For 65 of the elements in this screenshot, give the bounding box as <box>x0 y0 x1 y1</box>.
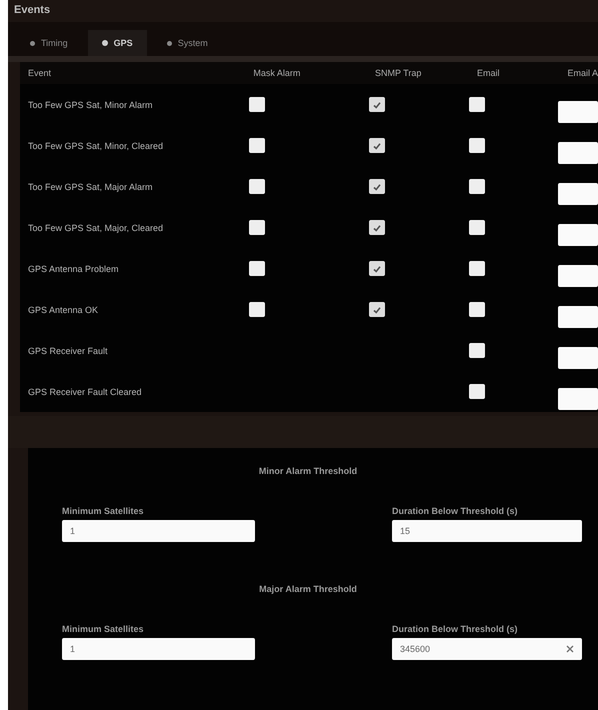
checkbox[interactable] <box>469 138 486 153</box>
checkmark-icon <box>372 140 382 150</box>
checkmark-icon <box>372 264 382 274</box>
checkbox[interactable] <box>249 138 266 153</box>
email-address-field[interactable] <box>558 346 598 368</box>
event-name: Too Few GPS Sat, Minor, Cleared <box>28 140 164 150</box>
column-header: Email A <box>567 68 598 78</box>
column-header: Mask Alarm <box>253 68 300 78</box>
checkbox[interactable] <box>469 97 486 112</box>
checkbox[interactable] <box>469 384 486 399</box>
email-address-field[interactable] <box>558 182 598 204</box>
checkmark-icon <box>372 304 382 314</box>
section-title: Events <box>13 3 52 18</box>
email-address-field[interactable] <box>558 264 598 286</box>
checkbox[interactable] <box>249 302 266 317</box>
column-header: Event <box>28 68 52 78</box>
checkbox[interactable] <box>469 302 486 317</box>
column-header: SNMP Trap <box>374 68 422 78</box>
checkbox[interactable] <box>469 261 486 276</box>
field-label: Minimum Satellites <box>62 624 145 634</box>
field-label: Minimum Satellites <box>62 506 145 516</box>
checkbox[interactable] <box>469 179 486 194</box>
radio-dot-icon <box>30 40 35 46</box>
event-name: Too Few GPS Sat, Major Alarm <box>28 182 153 192</box>
email-address-field[interactable] <box>558 306 598 328</box>
field-label: Duration Below Threshold (s) <box>392 506 519 516</box>
checkbox[interactable] <box>368 302 385 317</box>
tab[interactable]: System <box>152 30 222 56</box>
radio-dot-icon <box>102 40 108 46</box>
checkbox[interactable] <box>249 261 266 276</box>
checkbox[interactable] <box>249 179 266 194</box>
radio-dot-icon <box>166 40 172 46</box>
input-field[interactable]: 345600 <box>392 638 582 660</box>
email-address-field[interactable] <box>558 388 598 410</box>
checkbox[interactable] <box>368 261 385 276</box>
email-address-field[interactable] <box>558 100 598 122</box>
checkbox[interactable] <box>368 179 385 194</box>
checkbox[interactable] <box>249 97 266 112</box>
checkbox[interactable] <box>249 220 266 235</box>
threshold-heading: Minor Alarm Threshold <box>258 465 358 478</box>
checkbox[interactable] <box>368 97 385 112</box>
checkbox[interactable] <box>368 220 385 235</box>
field-label: Duration Below Threshold (s) <box>392 624 519 634</box>
email-address-field[interactable] <box>558 224 598 246</box>
tab[interactable]: Timing <box>16 30 82 56</box>
checkbox[interactable] <box>469 343 486 358</box>
input-field[interactable]: 1 <box>62 638 255 660</box>
event-name: Too Few GPS Sat, Major, Cleared <box>28 222 164 232</box>
email-address-field[interactable] <box>558 142 598 164</box>
threshold-heading: Major Alarm Threshold <box>258 583 358 596</box>
checkbox[interactable] <box>469 220 486 235</box>
checkmark-icon <box>372 222 382 232</box>
checkmark-icon <box>372 182 382 192</box>
event-name: Too Few GPS Sat, Minor Alarm <box>28 100 153 110</box>
event-name: GPS Receiver Fault <box>28 346 108 356</box>
event-name: GPS Antenna Problem <box>28 264 119 274</box>
clear-icon[interactable] <box>566 645 574 653</box>
column-header: Email <box>477 68 500 78</box>
event-name: GPS Antenna OK <box>28 304 98 314</box>
input-field[interactable]: 15 <box>392 520 582 542</box>
input-field[interactable]: 1 <box>62 520 255 542</box>
checkmark-icon <box>372 100 382 110</box>
event-name: GPS Receiver Fault Cleared <box>28 386 142 396</box>
checkbox[interactable] <box>368 138 385 153</box>
tab[interactable]: GPS <box>88 30 147 56</box>
